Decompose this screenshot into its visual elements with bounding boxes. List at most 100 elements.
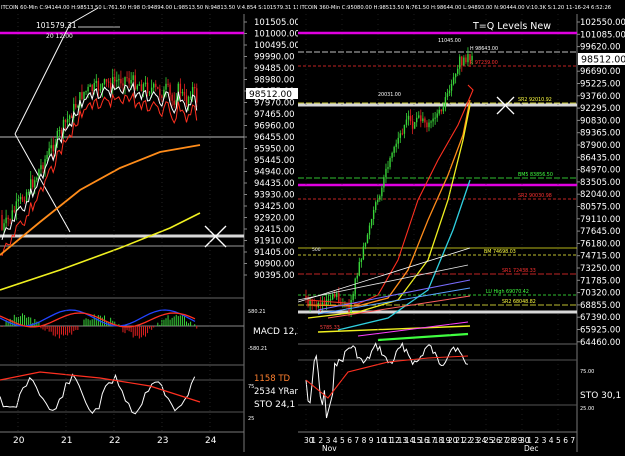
left-chart-svg: ITCOIN 60-Min C:94144.00 H:98513.50 L:76…	[0, 5, 333, 452]
right-sto-label: STO 30,1	[580, 391, 621, 401]
left-candle	[194, 87, 196, 89]
right-candle	[381, 187, 383, 197]
right-candle	[399, 133, 401, 138]
right-price-tick-label: 73250.00	[580, 264, 621, 274]
right-candle	[383, 177, 385, 188]
left-price-tick-label: 96455.00	[254, 133, 295, 143]
right-candle	[315, 305, 317, 308]
right-candle	[454, 73, 457, 78]
right-sto-signal	[305, 355, 469, 399]
right-price-tick-label: 68855.00	[580, 301, 621, 311]
left-candle	[101, 83, 104, 90]
right-candle	[467, 54, 469, 63]
left-candle	[183, 92, 186, 96]
left-price-tick-label: 91405.00	[254, 248, 295, 258]
left-date-label: 21	[61, 436, 72, 446]
left-price-tick-label: 92415.00	[254, 225, 295, 235]
left-candle	[157, 86, 159, 89]
right-candle	[452, 77, 455, 85]
right-candle	[397, 137, 399, 144]
left-candle	[91, 84, 93, 91]
right-candle	[403, 124, 406, 134]
left-chart-panel[interactable]: ITCOIN 60-Min C:94144.00 H:98513.50 L:76…	[0, 0, 333, 452]
right-candle	[401, 133, 404, 135]
right-candle	[432, 118, 434, 122]
left-candle	[148, 92, 151, 94]
left-candle	[42, 165, 44, 170]
left-candle	[27, 192, 30, 194]
left-candle	[48, 148, 50, 155]
left-candle	[181, 92, 184, 94]
left-candle	[13, 210, 15, 212]
left-date-label: 20	[13, 436, 25, 446]
right-date-label: 7	[354, 436, 359, 445]
right-chart-panel[interactable]: ITCOIN 360-Min C:95080.00 H:98513.50 N:7…	[297, 0, 625, 453]
left-candle	[60, 130, 63, 134]
right-month-label: Nov	[322, 444, 337, 452]
left-candle	[159, 88, 161, 96]
right-candle	[329, 299, 332, 301]
left-candle	[89, 84, 91, 87]
left-candle	[58, 130, 61, 132]
left-candle	[134, 75, 136, 90]
left-candle	[81, 92, 83, 100]
left-sto-label: STO 24,1	[254, 400, 295, 410]
left-price-tick-label: 90395.00	[254, 271, 295, 281]
left-candle	[171, 94, 173, 101]
right-last-price: 98512.00	[581, 55, 625, 66]
left-candle	[85, 91, 87, 93]
left-price-tick-label: 98980.00	[254, 76, 295, 86]
right-candle	[360, 259, 363, 263]
right-candle	[469, 54, 471, 61]
right-candle	[422, 118, 424, 122]
left-candle	[17, 199, 20, 202]
right-price-tick-label: 102550.00	[580, 18, 625, 28]
left-candle	[161, 95, 163, 99]
right-price-tick-label: 77645.00	[580, 227, 621, 237]
left-td-label: 1158 TD	[254, 374, 291, 384]
left-price-tick-label: 99485.00	[254, 64, 295, 74]
right-candle	[358, 262, 360, 276]
right-price-tick-label: 65925.00	[580, 326, 621, 336]
left-candle	[187, 96, 190, 105]
left-ma-white	[1, 81, 198, 241]
right-price-tick-label: 101085.00	[580, 30, 625, 40]
left-price-tick-label: 101505.00	[254, 18, 298, 28]
left-date-label: 22	[109, 436, 120, 446]
right-sto-tick: 25.00	[580, 406, 594, 412]
right-candle	[430, 121, 432, 123]
right-candle	[325, 299, 328, 305]
left-candle	[173, 100, 175, 105]
left-price-tick-label: 95445.00	[254, 156, 295, 166]
left-price-tick-label: 97970.00	[254, 99, 295, 109]
right-price-tick-label: 95225.00	[580, 80, 621, 90]
left-candle	[109, 82, 112, 89]
right-candle	[354, 278, 356, 294]
right-candle	[418, 115, 420, 118]
right-candle	[323, 302, 326, 305]
left-candle	[114, 76, 116, 82]
left-candle	[138, 84, 141, 86]
left-price-tick-label: 101000.00	[254, 30, 298, 40]
right-candle	[366, 234, 369, 243]
right-price-tick-label: 92295.00	[580, 104, 621, 114]
right-candle	[442, 107, 445, 112]
chart-workspace: ITCOIN 60-Min C:94144.00 H:98513.50 L:76…	[0, 0, 625, 453]
right-price-tick-label: 93760.00	[580, 92, 621, 102]
left-price-tick-label: 97465.00	[254, 110, 295, 120]
right-candle	[385, 168, 387, 178]
left-candle	[23, 200, 26, 202]
right-candle	[426, 122, 428, 128]
right-candle	[459, 56, 461, 69]
right-price-tick-label: 87900.00	[580, 141, 621, 151]
left-candle	[32, 179, 34, 188]
right-price-tick-label: 83505.00	[580, 178, 621, 188]
left-candle	[50, 145, 52, 149]
left-candle	[97, 80, 100, 91]
right-candle	[428, 122, 430, 128]
left-candle	[169, 84, 171, 95]
left-candle	[52, 145, 54, 152]
left-candle	[120, 78, 122, 84]
left-candle	[66, 118, 69, 123]
right-level-label: SR2 68048.82	[502, 299, 536, 305]
